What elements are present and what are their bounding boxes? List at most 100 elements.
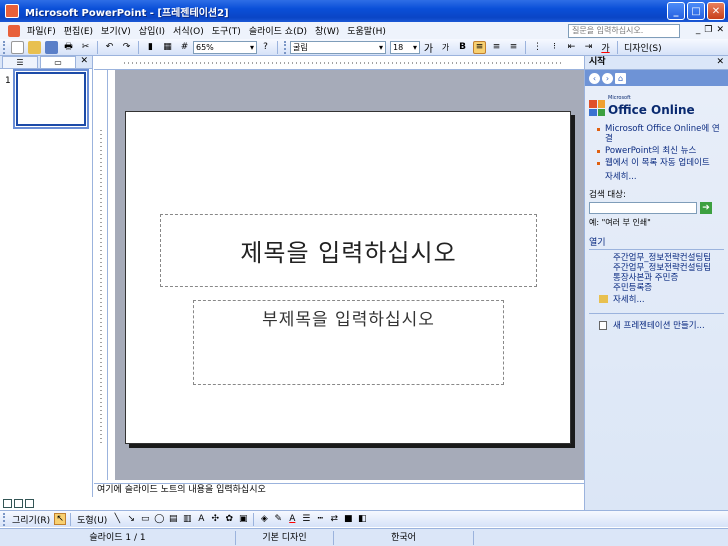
maximize-button[interactable]: □ [687, 2, 705, 20]
diagram-icon[interactable]: ✣ [209, 513, 221, 525]
line-icon[interactable]: ╲ [111, 513, 123, 525]
fill-color-icon[interactable]: ◈ [258, 513, 270, 525]
menu-edit[interactable]: 편집(E) [60, 24, 97, 37]
search-input[interactable] [589, 202, 697, 214]
close-pane-icon[interactable]: ✕ [80, 56, 88, 66]
more-files-label: 자세히... [613, 295, 645, 305]
3d-icon[interactable]: ◧ [356, 513, 368, 525]
select-pointer-icon[interactable]: ↖ [54, 513, 67, 525]
dash-style-icon[interactable]: ┅ [314, 513, 326, 525]
align-right-icon[interactable]: ≡ [507, 41, 520, 54]
toolbar-separator [277, 40, 278, 54]
bold-icon[interactable]: B [456, 41, 469, 54]
close-task-pane-icon[interactable]: ✕ [716, 56, 724, 69]
shadow-icon[interactable]: ■ [342, 513, 354, 525]
align-left-icon[interactable]: ≡ [473, 40, 486, 54]
clipart-icon[interactable]: ✿ [223, 513, 235, 525]
slide-sorter-view-icon[interactable] [14, 499, 23, 508]
decrease-indent-icon[interactable]: ⇤ [565, 41, 578, 54]
shrink-font-button[interactable]: 가 [439, 41, 452, 54]
align-center-icon[interactable]: ≡ [490, 41, 503, 54]
oval-icon[interactable]: ◯ [153, 513, 165, 525]
powerpoint-app-icon[interactable] [5, 4, 19, 18]
help-question-input[interactable]: 질문을 입력하십시오. [568, 24, 680, 38]
menu-view[interactable]: 보기(V) [97, 24, 135, 37]
font-color-button[interactable]: 가 [599, 41, 612, 54]
wordart-icon[interactable]: A [195, 513, 207, 525]
increase-indent-icon[interactable]: ⇥ [582, 41, 595, 54]
new-presentation-link[interactable]: 새 프레젠테이션 만들기... [599, 319, 724, 331]
toolbar-grip[interactable] [3, 40, 6, 54]
tab-outline[interactable]: ☰ [2, 56, 38, 68]
forward-icon[interactable]: › [602, 72, 613, 84]
link-latest-news[interactable]: PowerPoint의 최신 뉴스 [597, 146, 724, 156]
help-icon[interactable]: ? [259, 41, 272, 54]
menu-insert[interactable]: 삽입(I) [135, 24, 169, 37]
document-icon[interactable] [8, 24, 20, 37]
draw-menu-button[interactable]: 그리기(R) [9, 513, 53, 526]
notes-pane[interactable]: 여기에 슬라이드 노트의 내용을 입력하십시오 [94, 483, 584, 497]
toolbar-grip[interactable] [3, 512, 6, 526]
link-auto-update[interactable]: 웹에서 이 목록 자동 업데이트 [597, 158, 724, 168]
menu-window[interactable]: 창(W) [311, 24, 343, 37]
minimize-button[interactable]: _ [667, 2, 685, 20]
home-icon[interactable]: ⌂ [615, 72, 626, 84]
recent-file[interactable]: 통장사본과 주민증 [613, 273, 724, 283]
recent-file[interactable]: 주민등록증 [613, 283, 724, 293]
doc-minimize-button[interactable]: _ [696, 25, 701, 35]
office-logo-icon [589, 100, 605, 116]
numbering-icon[interactable]: ⋮ [531, 41, 544, 54]
arrow-style-icon[interactable]: ⇄ [328, 513, 340, 525]
more-files-link[interactable]: 자세히... [599, 293, 724, 305]
font-color-icon[interactable]: A [286, 513, 298, 525]
design-button[interactable]: 디자인(S) [621, 41, 665, 54]
close-window-button[interactable]: ✕ [707, 2, 725, 20]
redo-icon[interactable]: ↷ [120, 41, 133, 54]
picture-icon[interactable]: ▣ [237, 513, 249, 525]
insert-chart-icon[interactable]: ▮ [144, 41, 157, 54]
recent-file[interactable]: 주간업무_정보전략컨설팅팀 [613, 263, 724, 273]
menu-help[interactable]: 도움말(H) [343, 24, 390, 37]
link-connect-online[interactable]: Microsoft Office Online에 연결 [597, 124, 724, 144]
zoom-select[interactable]: 65% [193, 40, 257, 54]
open-folder-icon[interactable] [28, 40, 41, 54]
new-document-icon [599, 320, 607, 330]
doc-restore-button[interactable]: ❐ [704, 25, 712, 35]
toolbar-grip[interactable] [284, 40, 287, 54]
undo-icon[interactable]: ↶ [103, 41, 116, 54]
insert-table-icon[interactable]: ▦ [161, 41, 174, 54]
grid-icon[interactable]: # [178, 41, 191, 54]
more-link[interactable]: 자세히... [605, 170, 724, 182]
grow-font-button[interactable]: 가 [422, 41, 435, 55]
menu-file[interactable]: 파일(F) [23, 24, 60, 37]
back-icon[interactable]: ‹ [589, 72, 600, 84]
save-icon[interactable] [45, 40, 58, 54]
search-go-icon[interactable]: ➔ [700, 202, 712, 214]
menu-tools[interactable]: 도구(T) [208, 24, 245, 37]
normal-view-icon[interactable] [3, 499, 12, 508]
print-icon[interactable]: 🖶 [62, 41, 75, 54]
line-color-icon[interactable]: ✎ [272, 513, 284, 525]
line-style-icon[interactable]: ☰ [300, 513, 312, 525]
recent-file[interactable]: 주간업무_정보전략컨설팅팀 [613, 253, 724, 263]
arrow-icon[interactable]: ↘ [125, 513, 137, 525]
font-size-select[interactable]: 18 [390, 40, 420, 54]
doc-close-button[interactable]: ✕ [716, 25, 724, 35]
title-placeholder[interactable]: 제목을 입력하십시오 [160, 214, 537, 287]
subtitle-placeholder[interactable]: 부제목을 입력하십시오 [193, 300, 504, 385]
menu-format[interactable]: 서식(O) [169, 24, 208, 37]
rectangle-icon[interactable]: ▭ [139, 513, 151, 525]
menu-slideshow[interactable]: 슬라이드 쇼(D) [245, 24, 311, 37]
cut-icon[interactable]: ✂ [79, 41, 92, 54]
font-select[interactable]: 굴림 [290, 40, 386, 54]
autoshapes-button[interactable]: 도형(U) [74, 513, 110, 526]
textbox-icon[interactable]: ▤ [167, 513, 179, 525]
tab-slides[interactable]: ▭ [40, 56, 76, 68]
slide-thumbnail[interactable] [15, 71, 87, 127]
window-title: Microsoft PowerPoint - [프레젠테이션2] [25, 7, 229, 19]
vertical-textbox-icon[interactable]: ▥ [181, 513, 193, 525]
new-file-icon[interactable] [11, 40, 24, 54]
bullets-icon[interactable]: ⁝ [548, 41, 561, 54]
slide[interactable]: 제목을 입력하십시오 부제목을 입력하십시오 [125, 111, 571, 444]
slideshow-view-icon[interactable] [25, 499, 34, 508]
